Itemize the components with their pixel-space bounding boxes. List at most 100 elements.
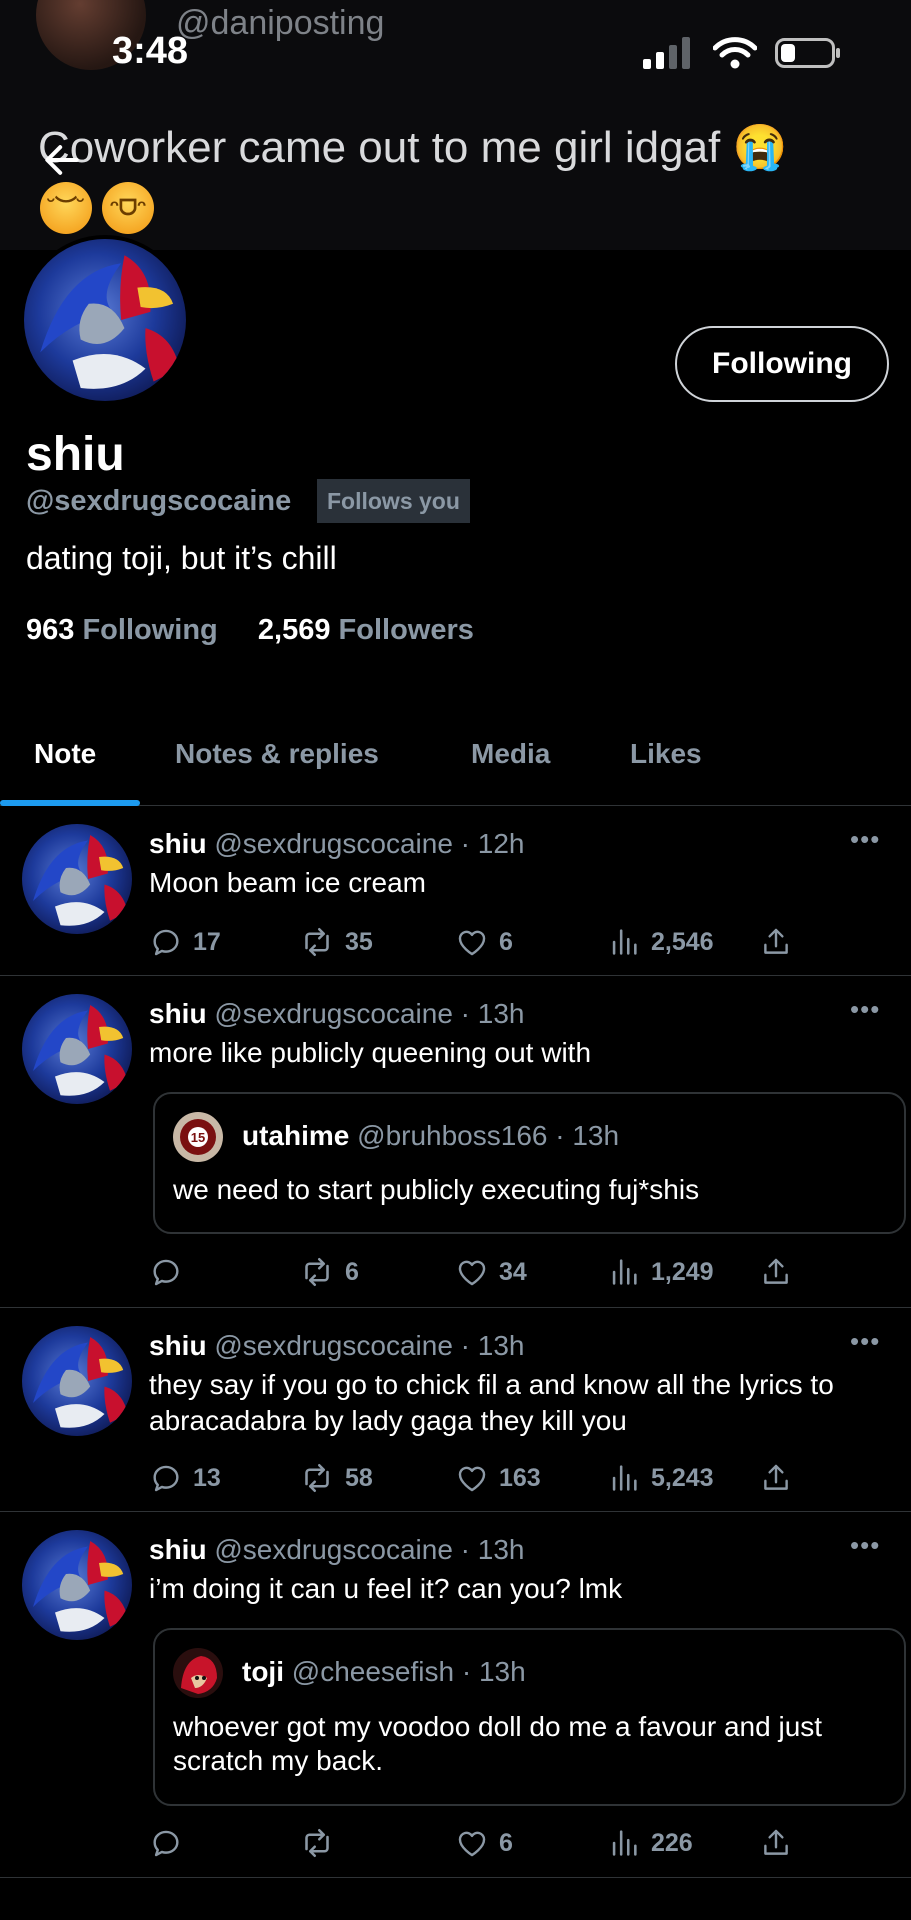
retweet-count: 58 xyxy=(345,1463,373,1492)
tweet-header: shiu @sexdrugscocaine · 13h xyxy=(149,1330,525,1362)
share-icon xyxy=(759,1255,793,1289)
like-button[interactable]: 6 xyxy=(455,1823,513,1863)
tweet-avatar[interactable] xyxy=(22,824,132,934)
profile-display-name: shiu xyxy=(26,428,125,481)
tab-media[interactable]: Media xyxy=(471,738,550,770)
share-button[interactable] xyxy=(759,1252,793,1292)
following-stat[interactable]: 963 Following xyxy=(26,614,226,646)
tweet-avatar[interactable] xyxy=(22,994,132,1104)
like-button[interactable]: 34 xyxy=(455,1252,527,1292)
quoted-tweet[interactable]: toji @cheesefish · 13h whoever got my vo… xyxy=(153,1628,906,1806)
retweet-count: 6 xyxy=(345,1257,359,1286)
share-icon xyxy=(759,925,793,959)
heart-icon xyxy=(455,1826,489,1860)
tweet-header: shiu @sexdrugscocaine · 13h xyxy=(149,1534,525,1566)
more-options-icon[interactable]: ••• xyxy=(850,1326,880,1357)
reply-button[interactable]: 17 xyxy=(149,922,221,962)
status-icons xyxy=(643,36,841,70)
reply-button[interactable] xyxy=(149,1252,193,1292)
quoted-text: whoever got my voodoo doll do me a favou… xyxy=(173,1711,823,1776)
share-icon xyxy=(759,1461,793,1495)
tweet-meta: @sexdrugscocaine · 12h xyxy=(214,828,525,859)
following-button[interactable]: Following xyxy=(675,326,889,402)
retweet-button[interactable]: 35 xyxy=(299,922,373,962)
views-icon xyxy=(607,925,641,959)
retweet-icon xyxy=(299,1460,335,1496)
tweet-item[interactable]: shiu @sexdrugscocaine · 13h ••• more lik… xyxy=(0,976,911,1308)
retweet-button[interactable]: 6 xyxy=(299,1252,359,1292)
profile-handle: @sexdrugscocaine xyxy=(26,485,292,517)
views-button[interactable]: 1,249 xyxy=(607,1252,714,1292)
like-button[interactable]: 6 xyxy=(455,922,513,962)
quoted-avatar xyxy=(173,1648,223,1698)
heart-icon xyxy=(455,1461,489,1495)
tweet-text: more like publicly queening out with xyxy=(149,1037,592,1068)
tweet-item[interactable]: shiu @sexdrugscocaine · 13h ••• i’m doin… xyxy=(0,1512,911,1878)
share-button[interactable] xyxy=(759,1458,793,1498)
followers-stat[interactable]: 2,569 Followers xyxy=(258,614,474,646)
quoted-header: utahime @bruhboss166 · 13h xyxy=(242,1120,619,1152)
background-handle: @daniposting xyxy=(176,4,385,42)
back-arrow-icon[interactable] xyxy=(40,138,84,182)
share-button[interactable] xyxy=(759,922,793,962)
tweet-author-name: shiu xyxy=(149,1330,207,1361)
views-icon xyxy=(607,1255,641,1289)
tweet-actions: 13 58 163 5,243 xyxy=(149,1458,809,1498)
profile-avatar[interactable] xyxy=(20,235,190,405)
tweet-text: they say if you go to chick fil a and kn… xyxy=(149,1369,834,1436)
reply-icon xyxy=(149,925,183,959)
reply-icon xyxy=(149,1255,183,1289)
quoted-avatar: 15 xyxy=(173,1112,223,1162)
retweet-button[interactable] xyxy=(299,1823,345,1863)
like-button[interactable]: 163 xyxy=(455,1458,541,1498)
tweet-meta: @sexdrugscocaine · 13h xyxy=(214,998,525,1029)
tweet-avatar[interactable] xyxy=(22,1530,132,1640)
tweet-meta: @sexdrugscocaine · 13h xyxy=(214,1534,525,1565)
status-time: 3:48 xyxy=(112,30,189,72)
tweet-header: shiu @sexdrugscocaine · 12h xyxy=(149,828,525,860)
reply-button[interactable]: 13 xyxy=(149,1458,221,1498)
like-count: 6 xyxy=(499,927,513,956)
tweet-item[interactable]: shiu @sexdrugscocaine · 13h ••• they say… xyxy=(0,1308,911,1512)
reply-icon xyxy=(149,1826,183,1860)
quoted-meta: @bruhboss166 · 13h xyxy=(357,1120,620,1151)
views-icon xyxy=(607,1461,641,1495)
like-count: 6 xyxy=(499,1828,513,1857)
view-count: 2,546 xyxy=(651,927,714,956)
views-button[interactable]: 2,546 xyxy=(607,922,714,962)
tab-notes-replies[interactable]: Notes & replies xyxy=(175,738,379,770)
followers-count: 2,569 xyxy=(257,614,331,646)
tweet-avatar[interactable] xyxy=(22,1326,132,1436)
quoted-text: we need to start publicly executing fuj*… xyxy=(173,1174,700,1205)
tab-likes[interactable]: Likes xyxy=(630,738,702,770)
retweet-button[interactable]: 58 xyxy=(299,1458,373,1498)
tab-note[interactable]: Note xyxy=(34,738,96,770)
retweet-count: 35 xyxy=(345,927,373,956)
tweet-text: i’m doing it can u feel it? can you? lmk xyxy=(149,1573,623,1604)
quoted-header: toji @cheesefish · 13h xyxy=(242,1656,526,1688)
profile-tabs: Note Notes & replies Media Likes xyxy=(0,720,911,806)
tweet-item[interactable]: shiu @sexdrugscocaine · 12h ••• Moon bea… xyxy=(0,806,911,976)
heart-icon xyxy=(455,925,489,959)
profile-bio: dating toji, but it’s chill xyxy=(26,540,337,576)
reply-button[interactable] xyxy=(149,1823,193,1863)
more-options-icon[interactable]: ••• xyxy=(850,994,880,1025)
reply-count: 17 xyxy=(193,927,221,956)
views-icon xyxy=(607,1826,641,1860)
crying-emoji-icon: ˘︶˘ xyxy=(40,182,92,234)
views-button[interactable]: 226 xyxy=(607,1823,693,1863)
tweet-actions: 6 34 1,249 xyxy=(149,1252,809,1292)
tweet-author-name: shiu xyxy=(149,1534,207,1565)
ball-number: 15 xyxy=(191,1130,205,1145)
signal-icon xyxy=(643,37,690,69)
quoted-author-name: utahime xyxy=(242,1120,350,1151)
more-options-icon[interactable]: ••• xyxy=(850,1530,880,1561)
views-button[interactable]: 5,243 xyxy=(607,1458,714,1498)
reply-icon xyxy=(149,1461,183,1495)
more-options-icon[interactable]: ••• xyxy=(850,824,880,855)
laughing-emoji-icon: ᵔᗜᵔ xyxy=(102,182,154,234)
background-tweet-text: Coworker came out to me girl idgaf 😭 xyxy=(38,123,788,172)
share-button[interactable] xyxy=(759,1823,793,1863)
tweet-author-name: shiu xyxy=(149,998,207,1029)
quoted-tweet[interactable]: 15 utahime @bruhboss166 · 13h we need to… xyxy=(153,1092,906,1234)
